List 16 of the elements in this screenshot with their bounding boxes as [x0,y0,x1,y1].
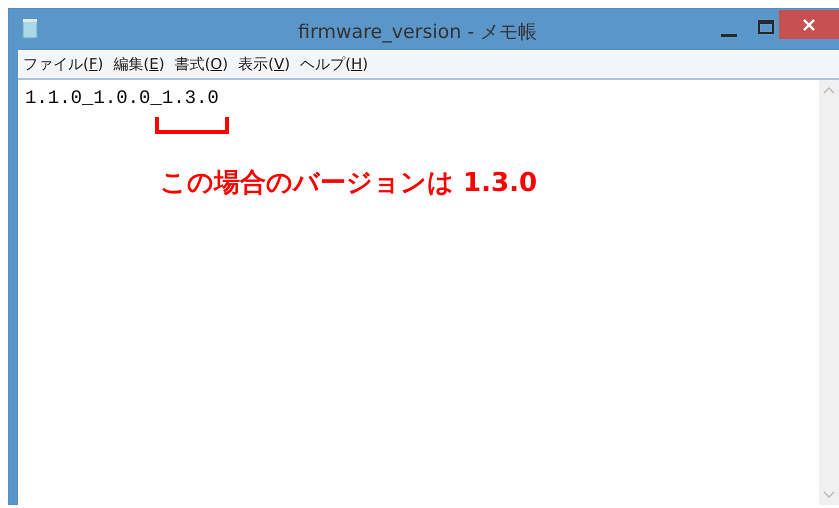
menu-item[interactable]: ヘルプ(H) [300,52,368,76]
scrollbar[interactable] [819,80,839,505]
menu-item[interactable]: 編集(E) [113,52,165,76]
close-icon [803,18,815,30]
menu-item[interactable]: 表示(V) [238,52,290,76]
minimize-icon[interactable] [721,34,737,37]
window-title: firmware_version - メモ帳 [298,20,538,45]
annotation-text: この場合のバージョンは 1.3.0 [160,167,538,200]
menu-item[interactable]: 書式(O) [174,52,228,76]
scroll-up-icon[interactable] [823,86,835,94]
maximize-icon[interactable] [758,20,774,34]
notepad-icon [22,19,38,39]
scroll-down-icon[interactable] [823,491,835,499]
menu-item[interactable]: ファイル(F) [23,52,104,76]
close-button[interactable] [779,10,839,39]
editor-text[interactable]: 1.1.0_1.0.0_1.3.0 [25,84,219,112]
